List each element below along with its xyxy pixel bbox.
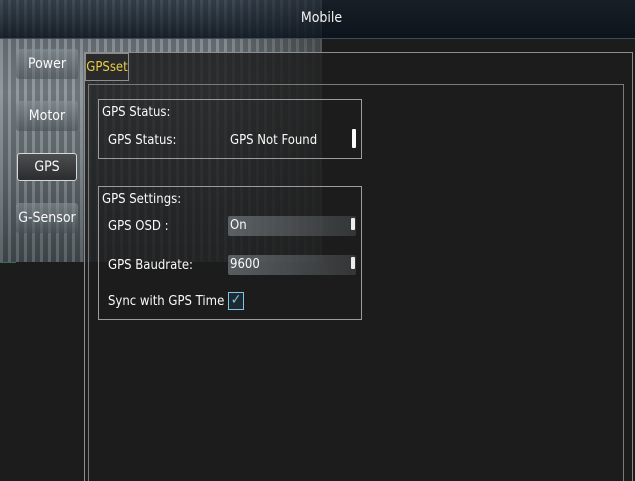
title-bar: Mobile (0, 0, 635, 39)
gps-baudrate-label: GPS Baudrate: (108, 258, 193, 273)
gps-status-group-title: GPS Status: (102, 105, 171, 120)
sidebar-item-power[interactable]: Power (16, 49, 78, 79)
gps-osd-label: GPS OSD : (108, 219, 169, 234)
gps-osd-value: On (230, 218, 247, 233)
sync-gps-time-checkbox[interactable]: ✓ (228, 292, 244, 310)
gps-osd-select[interactable]: On (228, 216, 356, 236)
scroll-handle-icon (351, 257, 355, 269)
gps-status-value: GPS Not Found (230, 133, 318, 148)
sidebar-item-motor[interactable]: Motor (16, 101, 78, 131)
window-title: Mobile (300, 10, 343, 26)
status-scroll-indicator (352, 129, 356, 148)
sidebar-item-gps[interactable]: GPS (17, 153, 77, 181)
scroll-handle-icon (351, 218, 355, 230)
gps-settings-group-title: GPS Settings: (102, 192, 182, 207)
tab-gpsset[interactable]: GPSset (85, 53, 129, 81)
gps-status-label: GPS Status: (108, 133, 177, 148)
sidebar-item-g-sensor[interactable]: G-Sensor (16, 203, 78, 233)
divider (0, 262, 16, 263)
sync-gps-time-label: Sync with GPS Time : (108, 294, 232, 309)
gps-baudrate-value: 9600 (230, 257, 260, 272)
gps-status-group: GPS Status: (98, 99, 362, 159)
gps-baudrate-select[interactable]: 9600 (228, 255, 356, 275)
